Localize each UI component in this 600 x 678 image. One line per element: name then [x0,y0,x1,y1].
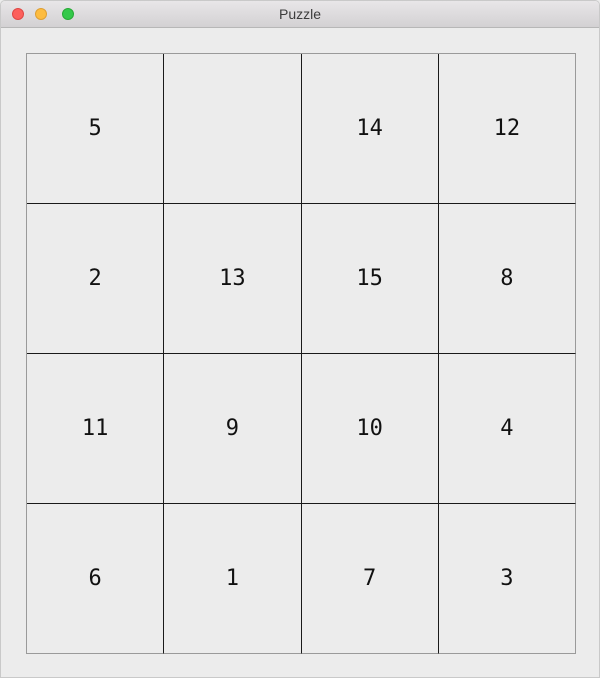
tile[interactable]: 4 [438,354,576,504]
tile[interactable]: 14 [301,54,439,204]
window-title: Puzzle [278,6,322,22]
empty-tile[interactable] [164,54,302,204]
tile[interactable]: 10 [301,354,439,504]
puzzle-window: Puzzle 5 14 12 2 13 15 8 11 9 10 4 6 1 7… [0,0,600,678]
tile[interactable]: 12 [438,54,576,204]
tile[interactable]: 1 [164,504,302,654]
tile[interactable]: 11 [27,354,165,504]
tile[interactable]: 8 [438,204,576,354]
tile[interactable]: 6 [27,504,165,654]
tile[interactable]: 3 [438,504,576,654]
tile[interactable]: 9 [164,354,302,504]
tile[interactable]: 15 [301,204,439,354]
tile[interactable]: 5 [27,54,165,204]
tile[interactable]: 7 [301,504,439,654]
tile[interactable]: 2 [27,204,165,354]
tile[interactable]: 13 [164,204,302,354]
puzzle-board: 5 14 12 2 13 15 8 11 9 10 4 6 1 7 3 [26,53,576,654]
title-bar: Puzzle [1,1,599,28]
